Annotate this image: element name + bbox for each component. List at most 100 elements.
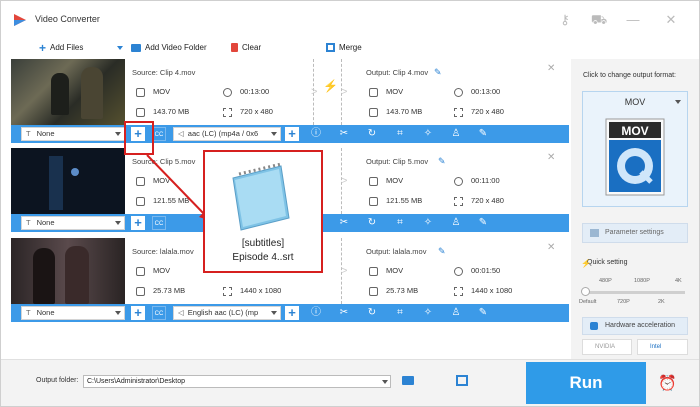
src-resolution: 1440 x 1080 (223, 285, 281, 297)
merge-button[interactable]: Merge (326, 41, 362, 55)
edit-icon[interactable]: ✎ (434, 67, 442, 78)
trash-icon (231, 43, 238, 53)
subtitle-edit-icon[interactable]: ✎ (477, 217, 489, 229)
minimize-button[interactable]: — (623, 10, 643, 30)
video-thumbnail[interactable] (11, 238, 125, 304)
edit-icon[interactable]: ✎ (438, 246, 446, 257)
file-size-icon (136, 286, 145, 296)
source-title: Source: Clip 4.mov (132, 68, 196, 77)
speaker-icon: ◁ (178, 308, 184, 317)
title-bar: Video Converter ⚷ ⛟ — ✕ (1, 1, 699, 37)
crop-icon[interactable]: ⌗ (394, 128, 406, 140)
output-folder-field[interactable]: C:\Users\Administrator\Desktop (83, 375, 391, 388)
out-format-value: MOV (386, 176, 404, 185)
cut-icon[interactable]: ✂ (338, 307, 350, 319)
add-audio-button[interactable]: + (285, 306, 299, 320)
chevron-down-icon (675, 100, 681, 104)
edit-icon[interactable]: ✎ (438, 156, 446, 167)
format-icon (369, 87, 378, 97)
out-size: 121.55 MB (369, 195, 422, 207)
audio-select[interactable]: ◁ aac (LC) (mp4a / 0x6 (173, 127, 281, 141)
run-button[interactable]: Run (526, 362, 646, 404)
watermark-icon[interactable]: ♙ (450, 217, 462, 229)
plus-icon: + (39, 41, 47, 55)
subtitle-select[interactable]: T None (21, 306, 125, 320)
subtitle-edit-icon[interactable]: ✎ (477, 128, 489, 140)
checkbox-icon (590, 322, 598, 330)
remove-item-icon[interactable]: ✕ (547, 242, 555, 253)
out-size: 143.70 MB (369, 106, 422, 118)
thumbnail-figure (51, 73, 69, 115)
clear-label: Clear (242, 43, 262, 52)
format-icon (136, 266, 145, 276)
out-resolution: 720 x 480 (454, 195, 504, 207)
effects-icon[interactable]: ✧ (422, 128, 434, 140)
add-subtitle-button[interactable]: + (131, 306, 145, 320)
watermark-icon[interactable]: ♙ (450, 128, 462, 140)
watermark-icon[interactable]: ♙ (450, 307, 462, 319)
file-size-icon (369, 107, 378, 117)
subtitle-select[interactable]: T None (21, 127, 125, 141)
rotate-icon[interactable]: ↻ (366, 128, 378, 140)
item-toolbar: T None + CC ◁ English aac (LC) (mp + ⓘ ✂ ↻… (11, 304, 569, 322)
subtitle-edit-icon[interactable]: ✎ (477, 307, 489, 319)
resolution-icon (454, 286, 463, 296)
chevron-down-icon[interactable] (382, 380, 388, 384)
text-icon: T (26, 308, 31, 317)
add-video-folder-label: Add Video Folder (145, 43, 207, 52)
info-icon[interactable]: ⓘ (310, 307, 322, 319)
lightning-icon: ⚡ (323, 79, 338, 93)
alarm-clock-icon[interactable]: ⏰ (658, 374, 677, 392)
subtitle-cc-icon[interactable]: CC (152, 306, 166, 320)
chevron-down-icon (117, 46, 123, 50)
rotate-icon[interactable]: ↻ (366, 307, 378, 319)
output-format-selector[interactable]: MOV MOV (582, 91, 688, 207)
subtitle-cc-icon[interactable]: CC (152, 127, 166, 141)
close-window-button[interactable]: ✕ (661, 10, 681, 30)
effects-icon[interactable]: ✧ (422, 217, 434, 229)
output-format-name: MOV (624, 97, 646, 107)
resolution-icon (223, 107, 232, 117)
cut-icon[interactable]: ✂ (338, 217, 350, 229)
add-files-dropdown[interactable] (117, 41, 127, 55)
app-window: Video Converter ⚷ ⛟ — ✕ + Add Files Add V… (0, 0, 700, 407)
effects-icon[interactable]: ✧ (422, 307, 434, 319)
notepad-icon (232, 162, 290, 231)
parameter-settings-button[interactable]: Parameter settings (582, 223, 688, 243)
add-files-button[interactable]: + Add Files (39, 41, 83, 55)
folder-icon[interactable] (402, 376, 414, 385)
remove-item-icon[interactable]: ✕ (547, 152, 555, 163)
add-audio-button[interactable]: + (285, 127, 299, 141)
thumbnail-figure (65, 246, 89, 304)
out-resolution-value: 720 x 480 (471, 107, 504, 116)
chevron-right-icon: > (341, 265, 348, 277)
intel-option[interactable]: Intel (637, 339, 688, 355)
rotate-icon[interactable]: ↻ (366, 217, 378, 229)
out-duration: 00:11:00 (454, 175, 500, 187)
nvidia-option[interactable]: NVIDIA (582, 339, 632, 355)
clock-icon (223, 87, 232, 97)
clear-button[interactable]: Clear (231, 41, 261, 55)
cart-icon[interactable]: ⛟ (589, 10, 609, 30)
add-video-folder-button[interactable]: Add Video Folder (131, 41, 207, 55)
video-thumbnail[interactable] (11, 59, 125, 125)
audio-select[interactable]: ◁ English aac (LC) (mp (173, 306, 281, 320)
remove-item-icon[interactable]: ✕ (547, 63, 555, 74)
subtitle-select[interactable]: T None (21, 216, 125, 230)
output-folder-path: C:\Users\Administrator\Desktop (87, 378, 186, 385)
src-size-value: 25.73 MB (153, 286, 186, 295)
tick-2k: 2K (658, 299, 665, 305)
key-icon[interactable]: ⚷ (555, 10, 575, 30)
quality-slider-knob[interactable] (581, 287, 590, 296)
thumbnail-light (71, 168, 79, 176)
crop-icon[interactable]: ⌗ (394, 307, 406, 319)
video-thumbnail[interactable] (11, 148, 125, 214)
quality-slider[interactable] (583, 291, 685, 294)
app-logo-icon (14, 14, 26, 26)
thumbnail-figure (49, 156, 63, 210)
info-icon[interactable]: ⓘ (310, 128, 322, 140)
open-output-icon[interactable] (456, 375, 468, 386)
hardware-acceleration-toggle[interactable]: Hardware acceleration (582, 317, 688, 335)
crop-icon[interactable]: ⌗ (394, 217, 406, 229)
cut-icon[interactable]: ✂ (338, 128, 350, 140)
